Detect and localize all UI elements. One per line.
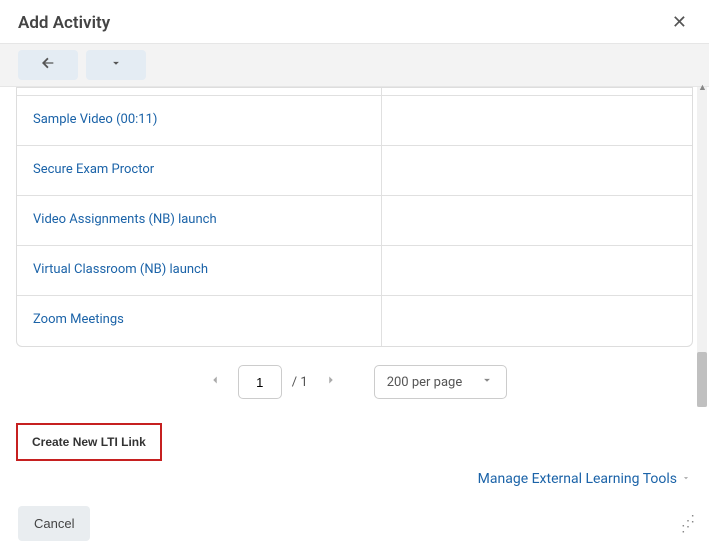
manage-external-tools-link[interactable]: Manage External Learning Tools xyxy=(478,471,677,487)
table-row xyxy=(17,88,692,96)
activity-table: Sample Video (00:11) Secure Exam Proctor… xyxy=(16,87,693,347)
table-row: Secure Exam Proctor xyxy=(17,146,692,196)
manage-row: Manage External Learning Tools xyxy=(18,471,691,487)
activity-link[interactable]: Secure Exam Proctor xyxy=(33,162,154,177)
next-page-button[interactable] xyxy=(318,369,344,395)
back-button[interactable] xyxy=(18,50,78,80)
modal-title: Add Activity xyxy=(18,13,110,33)
more-dropdown-button[interactable] xyxy=(86,50,146,80)
table-row: Video Assignments (NB) launch xyxy=(17,196,692,246)
create-new-lti-link-button[interactable]: Create New LTI Link xyxy=(16,423,162,461)
activity-link[interactable]: Sample Video (00:11) xyxy=(33,112,157,127)
close-button[interactable]: ✕ xyxy=(668,10,691,35)
add-activity-modal: Add Activity ✕ Sample Video (00:11) xyxy=(0,0,709,551)
prev-page-button[interactable] xyxy=(202,369,228,395)
chevron-right-icon xyxy=(324,373,338,391)
page-total-label: / 1 xyxy=(292,375,308,390)
chevron-down-icon xyxy=(109,56,123,74)
chevron-left-icon xyxy=(208,373,222,391)
resize-grip-icon[interactable]: ⋰⋰ xyxy=(681,518,691,530)
table-row: Zoom Meetings xyxy=(17,296,692,346)
scrollbar-thumb[interactable] xyxy=(697,352,707,407)
per-page-select[interactable]: 200 per page xyxy=(374,365,508,399)
page-number-input[interactable] xyxy=(238,365,282,399)
scrollbar[interactable]: ▲ xyxy=(697,87,707,407)
cancel-button[interactable]: Cancel xyxy=(18,506,90,541)
create-row: Create New LTI Link xyxy=(16,423,693,461)
pagination: / 1 200 per page xyxy=(0,365,709,399)
activity-link[interactable]: Zoom Meetings xyxy=(33,312,124,327)
table-row: Sample Video (00:11) xyxy=(17,96,692,146)
chevron-down-icon xyxy=(681,472,691,487)
chevron-down-icon xyxy=(480,373,494,391)
caret-up-icon: ▲ xyxy=(698,84,707,93)
activity-link[interactable]: Virtual Classroom (NB) launch xyxy=(33,262,208,277)
modal-footer: Cancel ⋰⋰ xyxy=(0,506,709,541)
close-icon: ✕ xyxy=(672,12,687,33)
arrow-left-icon xyxy=(40,55,56,75)
table-row: Virtual Classroom (NB) launch xyxy=(17,246,692,296)
activity-link[interactable]: Video Assignments (NB) launch xyxy=(33,212,217,227)
table-scroll-area: Sample Video (00:11) Secure Exam Proctor… xyxy=(16,87,693,347)
per-page-label: 200 per page xyxy=(387,375,463,390)
modal-header: Add Activity ✕ xyxy=(0,0,709,43)
toolbar xyxy=(0,43,709,87)
